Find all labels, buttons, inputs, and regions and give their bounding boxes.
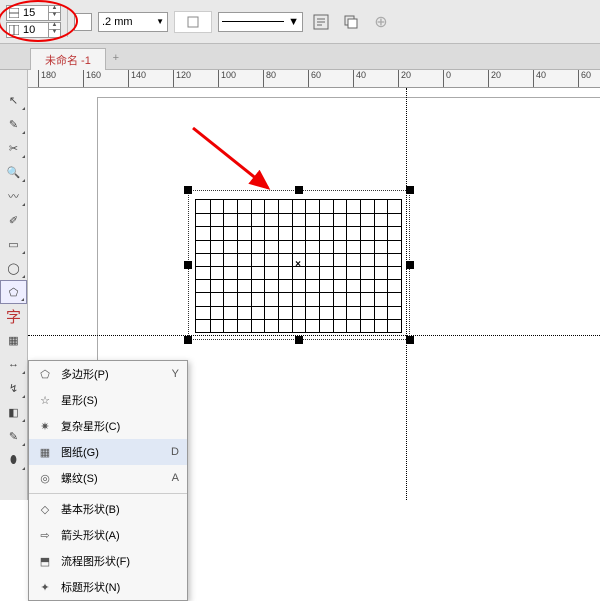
ruler-horizontal: 180 160 140 120 100 80 60 40 20 0 20 40 60 <box>28 70 600 88</box>
handle-w[interactable] <box>184 261 192 269</box>
ruler-tick: 60 <box>308 70 321 87</box>
annotation-ring-spinners <box>0 0 78 42</box>
outline-width-dropdown[interactable]: .2 mm ▼ <box>98 12 168 32</box>
tool-polygon-flyout[interactable]: ⬠ <box>0 280 27 304</box>
tool-smart-draw[interactable]: ✐ <box>0 208 27 232</box>
flyout-item-shortcut: Y <box>172 368 179 380</box>
ruler-tick: 180 <box>38 70 56 87</box>
ruler-tick: 20 <box>488 70 501 87</box>
milli-icon <box>186 15 200 29</box>
tool-ellipse[interactable]: ◯ <box>0 256 27 280</box>
handle-se[interactable] <box>406 336 414 344</box>
flyout-separator <box>29 493 187 494</box>
flyout-item[interactable]: ◎ 螺纹(S) A <box>29 465 187 491</box>
selection-center: × <box>294 260 302 268</box>
ruler-tick: 20 <box>398 70 411 87</box>
flyout-item-icon: ⬒ <box>37 555 53 568</box>
flyout-item[interactable]: ⬒ 流程图形状(F) <box>29 548 187 574</box>
ruler-tick: 120 <box>173 70 191 87</box>
flyout-item-icon: ◇ <box>37 503 53 516</box>
annotation-arrow <box>183 118 283 198</box>
ruler-tick: 40 <box>353 70 366 87</box>
ruler-tick: 60 <box>578 70 591 87</box>
chevron-down-icon: ▼ <box>156 17 164 26</box>
ruler-tick: 80 <box>263 70 276 87</box>
tool-text[interactable]: 字 <box>0 304 27 328</box>
tool-fill[interactable]: ⬮ <box>0 448 27 472</box>
tool-effects[interactable]: ◧ <box>0 400 27 424</box>
flyout-item-icon: ☆ <box>37 394 53 407</box>
tab-add-button[interactable]: + <box>106 47 126 69</box>
handle-n[interactable] <box>295 186 303 194</box>
tool-dimension[interactable]: ↔ <box>0 352 27 376</box>
document-tabs: 未命名 -1 + <box>0 44 600 70</box>
flyout-item-shortcut: D <box>171 446 179 458</box>
toolbox: ↖ ✎ ✂ 🔍 〰 ✐ ▭ ◯ ⬠ 字 ▦ ↔ ↯ ◧ ✎ ⬮ <box>0 70 28 500</box>
flyout-item[interactable]: ✦ 标题形状(N) <box>29 574 187 600</box>
tool-freehand[interactable]: 〰 <box>0 184 27 208</box>
flyout-item-icon: ⇨ <box>37 529 53 542</box>
chevron-down-icon: ▼ <box>288 16 299 28</box>
flyout-item[interactable]: ⬠ 多边形(P) Y <box>29 361 187 387</box>
line-preview <box>222 21 284 22</box>
flyout-item-icon: ◎ <box>37 472 53 485</box>
flyout-item-icon: ✷ <box>37 420 53 433</box>
ruler-tick: 100 <box>218 70 236 87</box>
flyout-item-label: 多边形(P) <box>61 366 164 382</box>
tool-eyedropper[interactable]: ✎ <box>0 424 27 448</box>
outline-units-box[interactable] <box>174 11 212 33</box>
tool-rectangle[interactable]: ▭ <box>0 232 27 256</box>
flyout-item-shortcut: A <box>172 472 179 484</box>
flyout-item-label: 流程图形状(F) <box>61 553 171 569</box>
outline-width-value: .2 mm <box>102 16 133 28</box>
flyout-item-label: 螺纹(S) <box>61 470 164 486</box>
property-bar: 15 ▲▼ 10 ▲▼ .2 mm ▼ ▼ ⊕ <box>0 0 600 44</box>
flyout-item-label: 星形(S) <box>61 392 171 408</box>
wrap-text-button[interactable] <box>309 11 333 33</box>
tab-untitled[interactable]: 未命名 -1 <box>30 48 106 70</box>
ruler-tick: 140 <box>128 70 146 87</box>
tab-label: 未命名 -1 <box>45 52 91 68</box>
flyout-item[interactable]: ⇨ 箭头形状(A) <box>29 522 187 548</box>
polygon-flyout-menu: ⬠ 多边形(P) Y ☆ 星形(S) ✷ 复杂星形(C) ▦ 图纸(G) D ◎ 螺纹(S) A ◇ 基本形… <box>28 360 188 601</box>
tool-crop[interactable]: ✂ <box>0 136 27 160</box>
line-style-dropdown[interactable]: ▼ <box>218 12 303 32</box>
tool-zoom[interactable]: 🔍 <box>0 160 27 184</box>
ruler-tick: 40 <box>533 70 546 87</box>
handle-e[interactable] <box>406 261 414 269</box>
ruler-tick: 0 <box>443 70 451 87</box>
tool-pick[interactable]: ↖ <box>0 88 27 112</box>
flyout-item-icon: ▦ <box>37 446 53 459</box>
flyout-item-icon: ✦ <box>37 581 53 594</box>
workspace: 180 160 140 120 100 80 60 40 20 0 20 40 60 ↖ ✎ ✂ 🔍 〰… <box>0 70 600 500</box>
flyout-item-label: 基本形状(B) <box>61 501 171 517</box>
handle-sw[interactable] <box>184 336 192 344</box>
flyout-item[interactable]: ✷ 复杂星形(C) <box>29 413 187 439</box>
tool-table[interactable]: ▦ <box>0 328 27 352</box>
ruler-tick: 160 <box>83 70 101 87</box>
tool-shape-edit[interactable]: ✎ <box>0 112 27 136</box>
tool-connector[interactable]: ↯ <box>0 376 27 400</box>
flyout-item[interactable]: ☆ 星形(S) <box>29 387 187 413</box>
flyout-item-icon: ⬠ <box>37 368 53 381</box>
to-front-button[interactable] <box>339 11 363 33</box>
flyout-item-label: 图纸(G) <box>61 444 163 460</box>
flyout-item-label: 标题形状(N) <box>61 579 171 595</box>
flyout-item-label: 箭头形状(A) <box>61 527 171 543</box>
add-button[interactable]: ⊕ <box>369 11 393 33</box>
handle-s[interactable] <box>295 336 303 344</box>
flyout-item[interactable]: ▦ 图纸(G) D <box>29 439 187 465</box>
handle-ne[interactable] <box>406 186 414 194</box>
flyout-item-label: 复杂星形(C) <box>61 418 171 434</box>
